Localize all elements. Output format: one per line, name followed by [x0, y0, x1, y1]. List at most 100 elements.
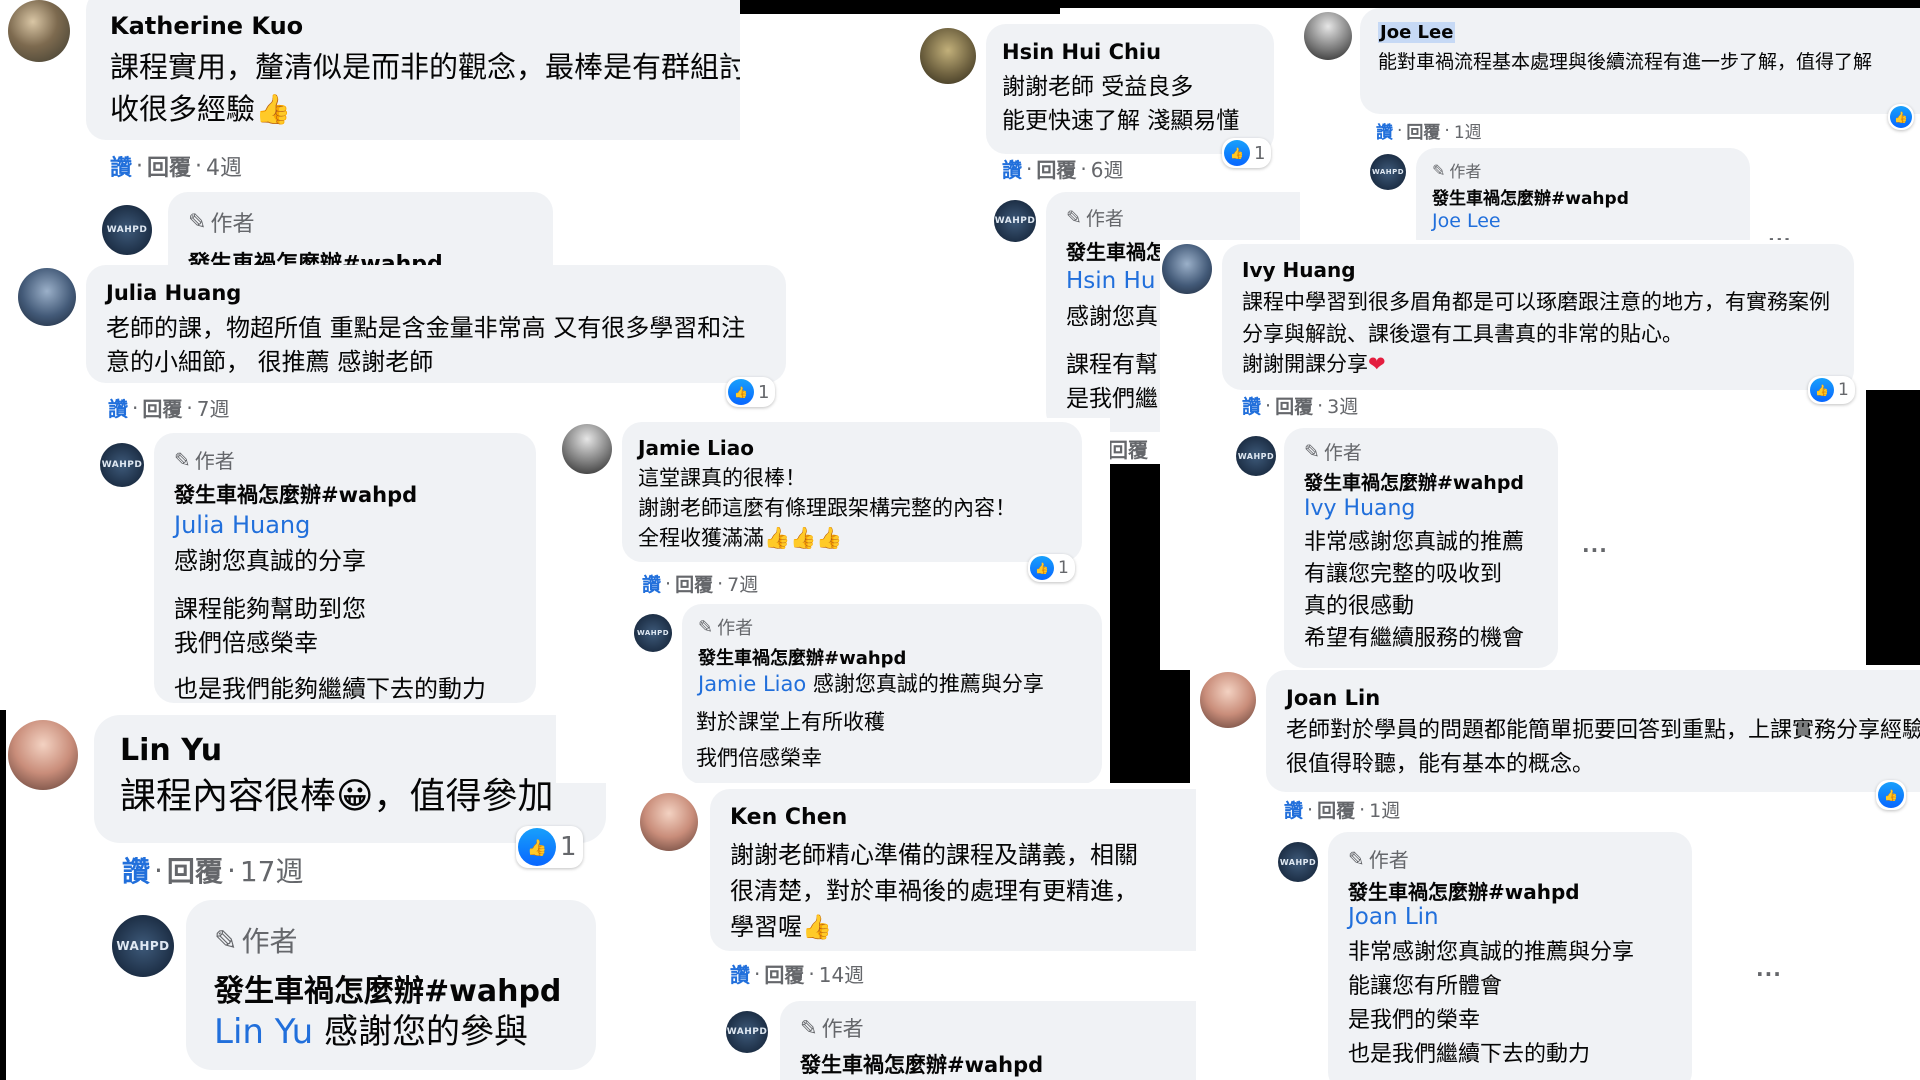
reply-link[interactable]: 回覆 — [1108, 434, 1148, 463]
reaction-count[interactable]: 👍 1 — [1222, 138, 1272, 168]
reply-line: 能讓您有所體會 — [1348, 974, 1503, 999]
page-name[interactable]: 發生車禍怎麼辦#wahpd — [698, 644, 906, 670]
comment-time[interactable]: 4週 — [206, 150, 242, 182]
mention-link[interactable]: Ivy Huang — [1304, 496, 1415, 521]
reaction-count[interactable]: 👍 — [1876, 780, 1906, 810]
mention-link[interactable]: Joan Lin — [1348, 904, 1439, 930]
reply-bubble: ✎ 作者 發生車禍怎麼辦#wahpd Ivy Huang 非常感謝您真誠的推薦 有… — [1284, 428, 1558, 668]
commenter-name[interactable]: Hsin Hui Chiu — [1002, 40, 1161, 64]
reply-link[interactable]: 回覆 — [1036, 154, 1076, 183]
more-options-icon[interactable]: ··· — [1582, 538, 1608, 562]
reply-bubble: ✎ 作者 發生車禍怎麼辦#wahpd Jamie Liao 感謝您真誠的推薦與分享… — [682, 604, 1102, 783]
comment-time[interactable]: 7週 — [197, 393, 230, 422]
avatar[interactable] — [640, 793, 698, 851]
reaction-count[interactable]: 👍 1 — [1028, 554, 1075, 582]
reply-link[interactable]: 回覆 — [1317, 796, 1355, 823]
commenter-name[interactable]: Ken Chen — [730, 805, 847, 830]
page-name[interactable]: 發生車禍怎麼辦#wahpd — [188, 246, 443, 265]
smile-emoji: 😀 — [336, 776, 374, 817]
comment-time[interactable]: 1週 — [1369, 796, 1400, 823]
heart-emoji: ❤ — [1368, 352, 1386, 376]
avatar[interactable] — [562, 424, 612, 474]
reply-link[interactable]: 回覆 — [147, 150, 191, 182]
page-name[interactable]: 發生車禍怎麼辦#wahpd — [1304, 468, 1524, 495]
page-avatar[interactable]: WAHPD — [1236, 436, 1276, 476]
like-link[interactable]: 讚 — [1002, 154, 1022, 183]
mention-link[interactable]: Joe Lee — [1432, 210, 1501, 232]
commenter-name[interactable]: Jamie Liao — [638, 436, 754, 460]
commenter-name[interactable]: Joan Lin — [1286, 686, 1380, 710]
commenter-name[interactable]: Katherine Kuo — [110, 12, 303, 40]
reply-line: 課程有幫 — [1066, 352, 1158, 378]
like-icon: 👍 — [1810, 378, 1834, 402]
comment-time[interactable]: 6週 — [1091, 154, 1124, 183]
commenter-name[interactable]: Julia Huang — [106, 281, 241, 305]
like-link[interactable]: 讚 — [108, 393, 128, 422]
page-name[interactable]: 發生車禍怎麼辦#wahpd — [174, 479, 417, 509]
avatar[interactable] — [18, 268, 76, 326]
reply-link[interactable]: 回覆 — [675, 570, 713, 597]
reaction-count[interactable]: 👍 1 — [516, 826, 583, 868]
reply-line: 有讓您完整的吸收到 — [1304, 562, 1503, 587]
commenter-name[interactable]: Ivy Huang — [1242, 258, 1356, 282]
reply-link[interactable]: 回覆 — [1275, 392, 1313, 419]
avatar[interactable] — [8, 720, 78, 790]
page-avatar[interactable]: WAHPD — [726, 1011, 768, 1053]
mention-link[interactable]: Julia Huang — [174, 511, 310, 539]
like-link[interactable]: 讚 — [1376, 118, 1393, 143]
avatar[interactable] — [8, 0, 70, 62]
comment-time[interactable]: 1週 — [1454, 118, 1482, 143]
like-link[interactable]: 讚 — [642, 570, 661, 597]
commenter-name[interactable]: Joe Lee — [1378, 22, 1456, 43]
comment-actions: 讚 · 回覆 · 17週 — [122, 850, 303, 890]
avatar[interactable] — [1162, 244, 1212, 294]
avatar[interactable] — [920, 28, 976, 84]
page-name[interactable]: 發生車禍怎麼辦#wahpd — [1432, 184, 1629, 209]
page-avatar[interactable]: WAHPD — [112, 915, 174, 977]
reply-line: 是我們的榮幸 — [1348, 1008, 1481, 1033]
avatar[interactable] — [1304, 12, 1352, 60]
reply-link[interactable]: 回覆 — [142, 393, 182, 422]
comment-line: 這堂課真的很棒！ — [638, 466, 806, 490]
more-options-icon[interactable]: ··· — [1756, 962, 1782, 986]
comment-time[interactable]: 7週 — [727, 570, 758, 597]
page-name[interactable]: 發生車禍怎麼辦#wahpd — [800, 1049, 1043, 1079]
reaction-count[interactable]: 👍 1 — [1808, 376, 1855, 404]
mention-link[interactable]: Jamie Liao — [698, 672, 806, 696]
reaction-count[interactable]: 👍 1 — [726, 377, 776, 407]
comment-actions: 讚 · 回覆 · 7週 — [642, 570, 758, 597]
page-avatar[interactable]: WAHPD — [1370, 154, 1406, 190]
like-link[interactable]: 讚 — [1242, 392, 1261, 419]
like-link[interactable]: 讚 — [1284, 796, 1303, 823]
like-link[interactable]: 讚 — [730, 959, 750, 988]
like-link[interactable]: 讚 — [122, 850, 150, 890]
pencil-icon: ✎ — [1066, 206, 1082, 229]
reaction-count[interactable]: 👍 — [1888, 104, 1914, 130]
mention-link[interactable]: Lin Yu — [214, 1012, 313, 1052]
comment-time[interactable]: 3週 — [1327, 392, 1358, 419]
comment-time[interactable]: 17週 — [240, 850, 304, 890]
commenter-name[interactable]: Lin Yu — [120, 733, 222, 768]
reply-link[interactable]: 回覆 — [167, 850, 223, 890]
reply-link[interactable]: 回覆 — [764, 959, 804, 988]
reply-link[interactable]: 回覆 — [1406, 118, 1440, 143]
pencil-icon: ✎ — [1348, 846, 1365, 871]
mention-link[interactable]: Hsin Hu — [1066, 268, 1155, 294]
page-avatar[interactable]: WAHPD — [1278, 842, 1318, 882]
reply-text-body: 感謝您的參與 — [323, 1012, 528, 1052]
comment-actions: 讚 · 回覆 · 1週 — [1284, 796, 1400, 823]
page-avatar[interactable]: WAHPD — [994, 200, 1036, 242]
more-options-icon[interactable]: ··· — [1768, 230, 1792, 240]
comment-actions: 讚 · 回覆 · 3週 — [1242, 392, 1358, 419]
comment-bubble: Ken Chen 謝謝老師精心準備的課程及講義，相關 很清楚，對於車禍後的處理有… — [710, 789, 1196, 951]
page-name[interactable]: 發生車禍怎麼辦#wahpd — [214, 966, 561, 1010]
avatar[interactable] — [1200, 672, 1256, 728]
like-link[interactable]: 讚 — [110, 150, 132, 182]
page-avatar[interactable]: WAHPD — [634, 614, 672, 652]
page-name[interactable]: 發生車禍怎麼辦#wahpd — [1348, 876, 1580, 905]
comment-time[interactable]: 14週 — [819, 959, 864, 988]
comment-text-body: 學習喔 — [730, 913, 802, 941]
reply-line: 我們倍感榮幸 — [174, 629, 318, 657]
page-avatar[interactable]: WAHPD — [100, 443, 144, 487]
page-avatar[interactable]: WAHPD — [102, 205, 152, 255]
